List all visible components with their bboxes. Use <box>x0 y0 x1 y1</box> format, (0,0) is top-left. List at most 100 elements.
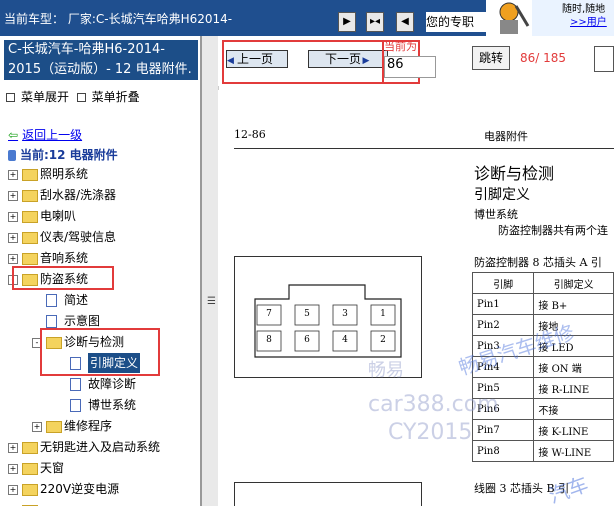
current-label: 当前:12 电器附件 <box>20 148 118 162</box>
back-label: 返回上一级 <box>22 128 83 142</box>
back-arrow-icon: ⇦ <box>8 128 19 142</box>
tree-node[interactable]: + 维修程序 <box>0 416 200 436</box>
tree-node[interactable]: + 照明系统 <box>0 164 200 184</box>
table-row: Pin8 接 W-LINE <box>471 440 614 462</box>
expand-node-icon[interactable]: + <box>8 170 18 180</box>
slogan: 随时,随地 >>用户 <box>532 0 614 36</box>
doc-desc: 防盗控制器共有两个连 <box>498 224 608 237</box>
menu-collapse[interactable]: 菜单折叠 <box>92 90 140 104</box>
watermark-5: 汽车 <box>545 471 592 506</box>
folder-icon <box>22 484 38 496</box>
tree-node[interactable]: + 音响系统 <box>0 248 200 268</box>
tree-node-label: 刮水器/洗涤器 <box>40 188 117 202</box>
doc-title: 诊断与检测 <box>474 164 555 183</box>
right-arrow-icon: ▶ <box>362 56 370 66</box>
table-header-row: 引脚 引脚定义 <box>471 272 614 294</box>
doc-section: 电器附件 <box>484 130 528 143</box>
expand-icon <box>6 93 15 102</box>
tree-node[interactable]: + <box>0 500 200 506</box>
doc-page-num: 12-86 <box>234 128 266 141</box>
table-cell: 接 B+ <box>533 293 614 315</box>
page-input[interactable]: 86 <box>384 56 436 78</box>
database-icon <box>8 150 16 161</box>
nav-last-icon[interactable]: ◀ <box>396 12 414 32</box>
tree-node-label: 音响系统 <box>40 251 89 265</box>
tree-node[interactable]: 故障诊断 <box>0 374 200 394</box>
tree-node[interactable]: 博世系统 <box>0 395 200 415</box>
pro-text: 您的专职 <box>426 12 486 32</box>
connector-pin-label: 3 <box>342 309 348 319</box>
tree-node-label: 简述 <box>64 293 89 307</box>
folder-icon <box>22 190 38 202</box>
highlight-box-diagnosis <box>40 328 160 376</box>
expand-node-icon[interactable]: + <box>8 485 18 495</box>
connector-pin-label: 2 <box>380 335 386 345</box>
tree-node-label: 220V逆变电源 <box>40 482 120 496</box>
folder-icon <box>22 232 38 244</box>
top-bar: 当前车型： 厂家:C-长城汽车哈弗H62014- ▶ ▸◂ ◀ 您的专职 随时,… <box>0 0 614 36</box>
document-icon <box>46 294 57 307</box>
doc-system: 博世系统 <box>474 208 518 221</box>
collapse-icon <box>76 93 86 102</box>
expand-node-icon[interactable]: + <box>8 191 18 201</box>
watermark-4: CY2015 <box>388 420 473 445</box>
tree-node-label: 照明系统 <box>40 167 89 181</box>
nav-first-icon[interactable]: ▶ <box>338 12 356 32</box>
table-row: Pin1 接 B+ <box>471 293 614 315</box>
prev-page-button[interactable]: ◀ 上一页 <box>226 50 288 68</box>
book-title-text: C-长城汽车-哈弗H6-2014-2015（运动版）- 12 电器附件. <box>8 42 192 77</box>
folder-icon <box>22 211 38 223</box>
doc-subtitle: 引脚定义 <box>474 187 530 203</box>
user-link[interactable]: >>用户 <box>570 13 607 28</box>
prev-label: 上一页 <box>237 52 274 66</box>
tree-node[interactable]: + 刮水器/洗涤器 <box>0 185 200 205</box>
connector-pin-label: 5 <box>304 309 310 319</box>
vehicle-label: 当前车型： 厂家:C-长城汽车哈弗H62014- <box>4 12 233 26</box>
expand-node-icon[interactable]: + <box>8 233 18 243</box>
connector-pin-label: 6 <box>304 335 310 345</box>
menu-bar: 菜单展开 菜单折叠 <box>6 88 140 105</box>
tree-node-label: 故障诊断 <box>88 377 137 391</box>
tree-node-label: 无钥匙进入及启动系统 <box>40 440 161 454</box>
next-page-button[interactable]: 下一页 ▶ <box>308 50 388 68</box>
expand-node-icon[interactable]: + <box>8 254 18 264</box>
tree-node-label: 电喇叭 <box>40 209 77 223</box>
expand-node-icon[interactable]: + <box>8 212 18 222</box>
back-link[interactable]: ⇦ 返回上一级 <box>8 126 82 143</box>
table-row: Pin7 接 K-LINE <box>471 419 614 441</box>
page-count: 86/ 185 <box>520 51 567 65</box>
toolbar-icon[interactable] <box>594 46 614 72</box>
document-icon <box>70 399 81 412</box>
document-icon <box>70 378 81 391</box>
logo-icon <box>486 0 532 36</box>
tree-node-label: 博世系统 <box>88 398 137 412</box>
connector-pin-label: 7 <box>266 309 272 319</box>
next-label: 下一页 <box>324 52 361 66</box>
expand-node-icon[interactable]: + <box>32 422 42 432</box>
grip-icon: ☰ <box>207 296 216 307</box>
menu-expand[interactable]: 菜单展开 <box>21 90 69 104</box>
tree-node[interactable]: 简述 <box>0 290 200 310</box>
current-section: 当前:12 电器附件 <box>8 146 118 163</box>
folder-icon <box>46 421 62 433</box>
tree-node[interactable]: + 天窗 <box>0 458 200 478</box>
page-toolbar: ◀ 上一页 下一页 ▶ 当前为 86 跳转 86/ 185 <box>218 36 614 86</box>
table-header-cell: 引脚 <box>471 272 535 294</box>
jump-button[interactable]: 跳转 <box>472 46 510 70</box>
nav-split-icon[interactable]: ▸◂ <box>366 12 384 32</box>
tree-node[interactable]: +220V逆变电源 <box>0 479 200 499</box>
tree-node[interactable]: + 电喇叭 <box>0 206 200 226</box>
left-panel: C-长城汽车-哈弗H6-2014-2015（运动版）- 12 电器附件. 菜单展… <box>0 36 201 506</box>
folder-icon <box>22 253 38 265</box>
tree-node[interactable]: + 无钥匙进入及启动系统 <box>0 437 200 457</box>
table-header-cell: 引脚定义 <box>533 272 614 294</box>
tree-node[interactable]: + 仪表/驾驶信息 <box>0 227 200 247</box>
table-cell: 接 K-LINE <box>533 419 614 441</box>
expand-node-icon[interactable]: + <box>8 464 18 474</box>
table-cell: Pin7 <box>471 419 535 441</box>
table-cell: 接 W-LINE <box>533 440 614 462</box>
splitter[interactable]: ☰ <box>201 36 219 506</box>
table-caption: 防盗控制器 8 芯插头 A 引 <box>474 256 602 269</box>
expand-node-icon[interactable]: + <box>8 443 18 453</box>
watermark-3: car388.com <box>368 392 499 417</box>
